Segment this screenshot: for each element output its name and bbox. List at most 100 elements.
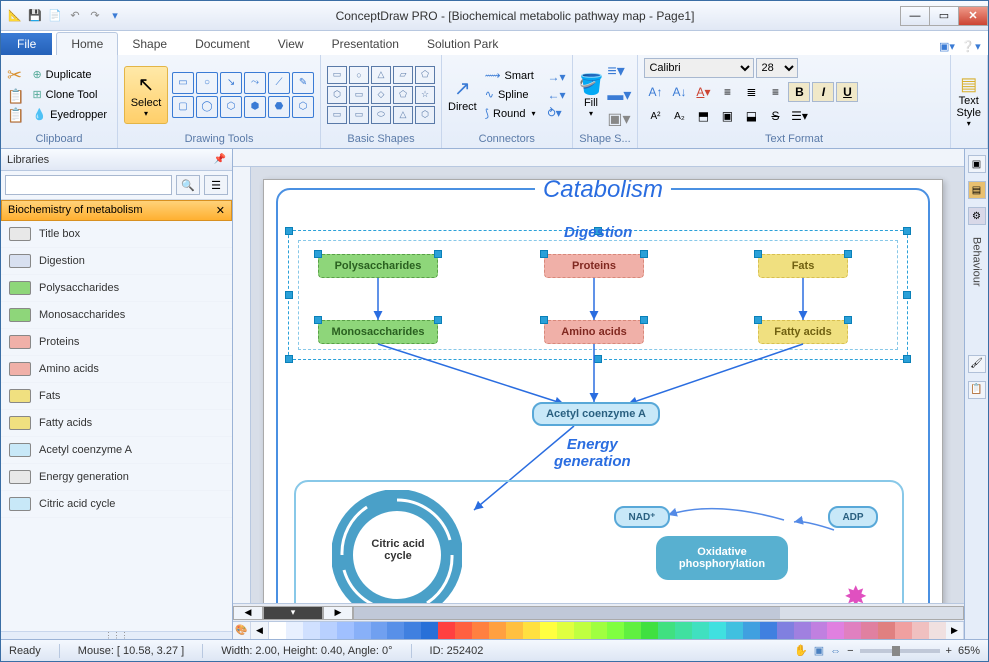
- palette-prev-icon[interactable]: ◀: [251, 622, 269, 639]
- color-swatch[interactable]: [692, 622, 709, 639]
- tab-home[interactable]: Home: [56, 32, 118, 55]
- color-swatch[interactable]: [523, 622, 540, 639]
- color-swatch[interactable]: [286, 622, 303, 639]
- color-swatch[interactable]: [641, 622, 658, 639]
- list-item[interactable]: Fats: [1, 383, 232, 410]
- color-swatches[interactable]: [269, 622, 946, 639]
- superscript-icon[interactable]: A²: [644, 106, 666, 126]
- qat-more-icon[interactable]: ▾: [107, 8, 123, 24]
- search-button[interactable]: 🔍: [176, 175, 200, 195]
- node-polysaccharides[interactable]: Polysaccharides: [318, 254, 438, 278]
- color-swatch[interactable]: [760, 622, 777, 639]
- list-item[interactable]: Energy generation: [1, 464, 232, 491]
- color-swatch[interactable]: [438, 622, 455, 639]
- pin-icon[interactable]: 📌: [214, 154, 226, 165]
- palette-picker-icon[interactable]: 🎨: [233, 622, 251, 639]
- page-next-button[interactable]: ▶: [323, 606, 353, 620]
- color-swatch[interactable]: [827, 622, 844, 639]
- direct-connector-button[interactable]: ↗Direct: [448, 76, 477, 113]
- node-amino-acids[interactable]: Amino acids: [544, 320, 644, 344]
- page[interactable]: Catabolism Digestion Polysaccharides Pro…: [263, 179, 943, 603]
- font-color-icon[interactable]: A▾: [692, 82, 714, 102]
- fill-button[interactable]: 🪣Fill▾: [579, 72, 604, 118]
- color-swatch[interactable]: [878, 622, 895, 639]
- palette-next-icon[interactable]: ▶: [946, 622, 964, 639]
- font-size-select[interactable]: 28: [756, 58, 798, 78]
- rail-btn-behaviour[interactable]: ⚙: [968, 207, 986, 225]
- rail-btn-4[interactable]: 🖌: [968, 355, 986, 373]
- qat-redo-icon[interactable]: ↷: [87, 8, 103, 24]
- node-fatty-acids[interactable]: Fatty acids: [758, 320, 848, 344]
- valign-bot-icon[interactable]: ⬓: [740, 106, 762, 126]
- color-swatch[interactable]: [269, 622, 286, 639]
- qat-doc-icon[interactable]: 📄: [47, 8, 63, 24]
- eyedropper-button[interactable]: 💧Eyedropper: [28, 106, 111, 123]
- list-item[interactable]: Proteins: [1, 329, 232, 356]
- tab-solution-park[interactable]: Solution Park: [413, 33, 512, 55]
- color-swatch[interactable]: [472, 622, 489, 639]
- color-swatch[interactable]: [404, 622, 421, 639]
- color-swatch[interactable]: [844, 622, 861, 639]
- align-left-icon[interactable]: ≡: [716, 82, 738, 102]
- color-swatch[interactable]: [726, 622, 743, 639]
- node-fats[interactable]: Fats: [758, 254, 848, 278]
- file-tab[interactable]: File: [1, 33, 52, 55]
- underline-button[interactable]: U: [836, 82, 858, 102]
- library-category-header[interactable]: Biochemistry of metabolism✕: [1, 200, 232, 221]
- node-acetyl-coa[interactable]: Acetyl coenzyme A: [532, 402, 660, 426]
- list-item[interactable]: Amino acids: [1, 356, 232, 383]
- list-item[interactable]: Title box: [1, 221, 232, 248]
- library-search-input[interactable]: [5, 175, 172, 195]
- round-connector-button[interactable]: ⟆Round▾: [481, 105, 540, 122]
- line-weight-icon[interactable]: ▬▾: [607, 85, 631, 105]
- color-swatch[interactable]: [303, 622, 320, 639]
- color-swatch[interactable]: [591, 622, 608, 639]
- page-prev-button[interactable]: ◀: [233, 606, 263, 620]
- rail-btn-5[interactable]: 📋: [968, 381, 986, 399]
- panel-splitter[interactable]: ⋮⋮⋮: [1, 631, 232, 639]
- list-item[interactable]: Monosaccharides: [1, 302, 232, 329]
- color-swatch[interactable]: [354, 622, 371, 639]
- color-swatch[interactable]: [861, 622, 878, 639]
- zoom-out-icon[interactable]: −: [847, 645, 853, 657]
- copy-icon[interactable]: 📋: [7, 88, 24, 105]
- valign-top-icon[interactable]: ⬒: [692, 106, 714, 126]
- page-tab[interactable]: ▾: [263, 606, 323, 620]
- paste-icon[interactable]: 📋: [7, 107, 24, 124]
- node-monosaccharides[interactable]: Monosaccharides: [318, 320, 438, 344]
- library-options-button[interactable]: ☰: [204, 175, 228, 195]
- tab-document[interactable]: Document: [181, 33, 264, 55]
- node-oxidative[interactable]: Oxidative phosphorylation: [656, 536, 788, 580]
- subscript-icon[interactable]: A₂: [668, 106, 690, 126]
- fit-page-icon[interactable]: ▣: [814, 644, 824, 657]
- color-swatch[interactable]: [675, 622, 692, 639]
- node-nad[interactable]: NAD⁺: [614, 506, 670, 528]
- color-swatch[interactable]: [337, 622, 354, 639]
- drawing-tools-grid[interactable]: ▭○↘⤳⟋✎ ▢◯⬡⬢⬣⬡: [172, 72, 314, 118]
- fit-width-icon[interactable]: ⇔: [830, 645, 841, 657]
- shadow-icon[interactable]: ▣▾: [607, 109, 631, 129]
- color-swatch[interactable]: [895, 622, 912, 639]
- cut-icon[interactable]: ✂: [7, 65, 24, 86]
- tab-view[interactable]: View: [264, 33, 318, 55]
- basic-shapes-grid[interactable]: ▭○△▱⬠ ⬡▭◇⬠☆ ▭▭⬭△⬡: [327, 66, 435, 124]
- category-close-icon[interactable]: ✕: [216, 204, 225, 217]
- strike-icon[interactable]: S: [764, 106, 786, 126]
- align-center-icon[interactable]: ≣: [740, 82, 762, 102]
- color-swatch[interactable]: [540, 622, 557, 639]
- list-item[interactable]: Fatty acids: [1, 410, 232, 437]
- color-swatch[interactable]: [421, 622, 438, 639]
- spline-connector-button[interactable]: ∿Spline: [481, 86, 540, 103]
- text-style-button[interactable]: ▤ Text Style▾: [957, 74, 981, 128]
- maximize-button[interactable]: ▭: [929, 6, 959, 26]
- color-swatch[interactable]: [455, 622, 472, 639]
- color-swatch[interactable]: [743, 622, 760, 639]
- color-swatch[interactable]: [574, 622, 591, 639]
- zoom-slider[interactable]: [860, 649, 940, 653]
- decrease-font-icon[interactable]: A↓: [668, 82, 690, 102]
- color-swatch[interactable]: [506, 622, 523, 639]
- color-swatch[interactable]: [624, 622, 641, 639]
- list-item[interactable]: Acetyl coenzyme A: [1, 437, 232, 464]
- font-name-select[interactable]: Calibri: [644, 58, 754, 78]
- connector-jump-icon[interactable]: ⥁▾: [547, 106, 565, 120]
